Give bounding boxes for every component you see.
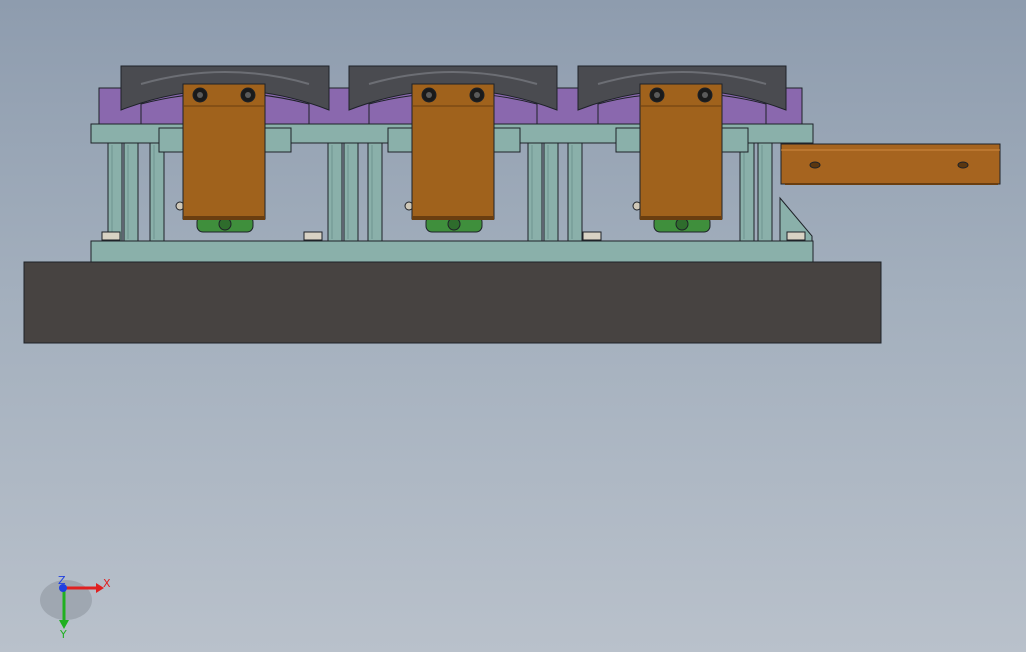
cap-screw-socket[interactable]: [245, 92, 251, 98]
cap-screw-socket[interactable]: [426, 92, 432, 98]
support-post[interactable]: [107, 142, 123, 242]
clamp-block-base[interactable]: [412, 216, 494, 220]
support-post[interactable]: [757, 142, 773, 242]
side-arm-slot[interactable]: [957, 161, 969, 169]
orientation-triad: X Z Y: [40, 574, 111, 641]
bolt-head[interactable]: [101, 231, 121, 241]
support-post[interactable]: [149, 142, 165, 242]
support-post[interactable]: [567, 142, 583, 242]
lower-frame-bar[interactable]: [90, 240, 814, 263]
base-plate[interactable]: [23, 261, 882, 344]
cap-screw-socket[interactable]: [197, 92, 203, 98]
support-post[interactable]: [327, 142, 343, 242]
fixture-assembly[interactable]: [23, 65, 1001, 344]
support-post[interactable]: [739, 142, 755, 242]
y-axis-label: Y: [59, 628, 67, 641]
side-arm-slot[interactable]: [809, 161, 821, 169]
bolt-head[interactable]: [786, 231, 806, 241]
frame-clip[interactable]: [262, 127, 292, 153]
cad-viewport[interactable]: X Z Y: [0, 0, 1026, 652]
clamp-block[interactable]: [639, 83, 723, 220]
frame-clip[interactable]: [719, 127, 749, 153]
cap-screw-socket[interactable]: [654, 92, 660, 98]
support-post[interactable]: [343, 142, 359, 242]
support-post[interactable]: [527, 142, 543, 242]
bolt-head[interactable]: [582, 231, 602, 241]
support-post[interactable]: [123, 142, 139, 242]
frame-clip[interactable]: [491, 127, 521, 153]
support-post[interactable]: [543, 142, 559, 242]
clamp-block-base[interactable]: [183, 216, 265, 220]
cap-screw-socket[interactable]: [702, 92, 708, 98]
assembly-model[interactable]: X Z Y: [0, 0, 1026, 652]
z-axis-label: Z: [58, 574, 66, 587]
bolt-head[interactable]: [303, 231, 323, 241]
support-post[interactable]: [367, 142, 383, 242]
cap-screw-socket[interactable]: [474, 92, 480, 98]
x-axis-label: X: [103, 577, 111, 590]
clamp-block-base[interactable]: [640, 216, 722, 220]
clamp-block[interactable]: [411, 83, 495, 220]
clamp-block[interactable]: [182, 83, 266, 220]
clamp-station[interactable]: [577, 65, 787, 233]
